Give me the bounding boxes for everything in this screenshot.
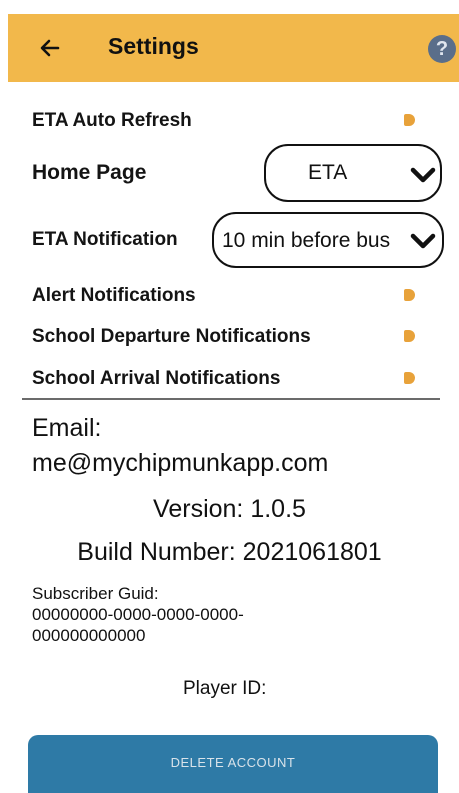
player-id-label: Player ID: [183,678,267,699]
eta-auto-refresh-label: ETA Auto Refresh [32,110,192,131]
chevron-down-icon [410,167,436,183]
email-label: Email: [32,414,102,442]
eta-notification-selected-value: 10 min before bus [222,229,391,252]
delete-account-label: DELETE ACCOUNT [170,755,296,770]
page-title: Settings [108,33,199,59]
header-bar: Settings ? [8,14,459,82]
eta-notification-label: ETA Notification [32,229,178,250]
chevron-down-icon [410,233,436,249]
build-number-text: Build Number: 2021061801 [77,538,382,566]
arrow-left-icon [40,39,60,57]
eta-auto-refresh-toggle[interactable] [404,114,415,126]
subscriber-guid-label: Subscriber Guid: [32,584,159,603]
eta-notification-select[interactable]: 10 min before bus [212,212,444,268]
email-value: me@mychipmunkapp.com [32,449,329,477]
divider [22,398,440,400]
settings-screen: Settings ? ETA Auto Refresh Home Page ET… [0,0,459,793]
subscriber-guid-line2: 000000000000 [32,626,146,645]
alert-notifications-toggle[interactable] [404,289,415,301]
version-text: Version: 1.0.5 [153,495,306,523]
home-page-selected-value: ETA [308,161,348,184]
school-arrival-notifications-toggle[interactable] [404,372,415,384]
back-button[interactable] [38,36,62,60]
delete-account-button[interactable]: DELETE ACCOUNT [28,735,438,793]
school-arrival-notifications-label: School Arrival Notifications [32,368,281,389]
home-page-label: Home Page [32,161,147,184]
alert-notifications-label: Alert Notifications [32,285,196,306]
home-page-select[interactable]: ETA [264,144,442,202]
school-departure-notifications-toggle[interactable] [404,330,415,342]
school-departure-notifications-label: School Departure Notifications [32,326,311,347]
help-icon[interactable]: ? [428,35,456,63]
subscriber-guid-line1: 00000000-0000-0000-0000- [32,605,244,624]
